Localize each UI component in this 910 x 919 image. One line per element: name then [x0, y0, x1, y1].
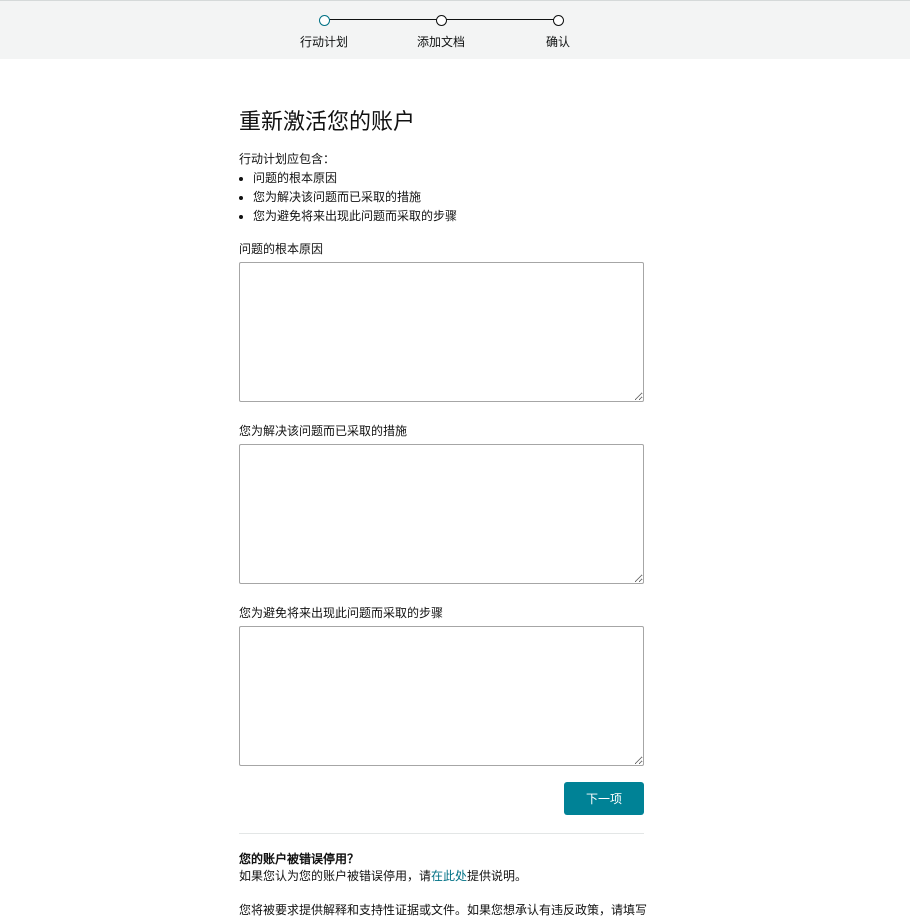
stepper-line-1 — [329, 19, 437, 20]
step-1-dot — [319, 15, 330, 26]
evidence-note: 您将被要求提供解释和支持性证据或文件。如果您想承认有违反政策，请填写 — [239, 903, 648, 917]
step-2-label: 添加文档 — [416, 35, 466, 49]
wrongly-deactivated-text-after: 提供说明。 — [467, 869, 528, 883]
intro-text: 行动计划应包含： — [239, 152, 336, 166]
actions-taken-label: 您为解决该问题而已采取的措施 — [239, 424, 408, 438]
requirements-list: 问题的根本原因 您为解决该问题而已采取的措施 您为避免将来出现此问题而采取的步骤 — [239, 169, 644, 226]
root-cause-label: 问题的根本原因 — [239, 242, 324, 256]
list-item: 您为解决该问题而已采取的措施 — [253, 188, 644, 207]
stepper-line-2 — [446, 19, 554, 20]
prevention-steps-field[interactable] — [239, 626, 644, 766]
root-cause-field[interactable] — [239, 262, 644, 402]
prevention-steps-label: 您为避免将来出现此问题而采取的步骤 — [239, 606, 444, 620]
wrongly-deactivated-text: 如果您认为您的账户被错误停用，请在此处提供说明。 — [239, 867, 644, 885]
button-row: 下一项 — [239, 782, 644, 816]
wrongly-deactivated-text-before: 如果您认为您的账户被错误停用，请 — [239, 869, 432, 883]
page-title: 重新激活您的账户 — [239, 110, 416, 135]
actions-taken-field[interactable] — [239, 444, 644, 584]
step-3-label: 确认 — [545, 35, 571, 49]
main-content: 重新激活您的账户 行动计划应包含： 问题的根本原因 您为解决该问题而已采取的措施… — [239, 100, 648, 919]
here-link[interactable]: 在此处 — [431, 869, 467, 883]
divider — [239, 833, 644, 834]
wrongly-deactivated-title: 您的账户被错误停用？ — [239, 852, 360, 866]
step-1-label: 行动计划 — [299, 35, 349, 49]
progress-stepper: 行动计划 添加文档 确认 — [0, 0, 910, 59]
next-button[interactable]: 下一项 — [564, 782, 644, 815]
list-item: 您为避免将来出现此问题而采取的步骤 — [253, 207, 644, 226]
step-2-dot — [436, 15, 447, 26]
step-3-dot — [553, 15, 564, 26]
list-item: 问题的根本原因 — [253, 169, 644, 188]
